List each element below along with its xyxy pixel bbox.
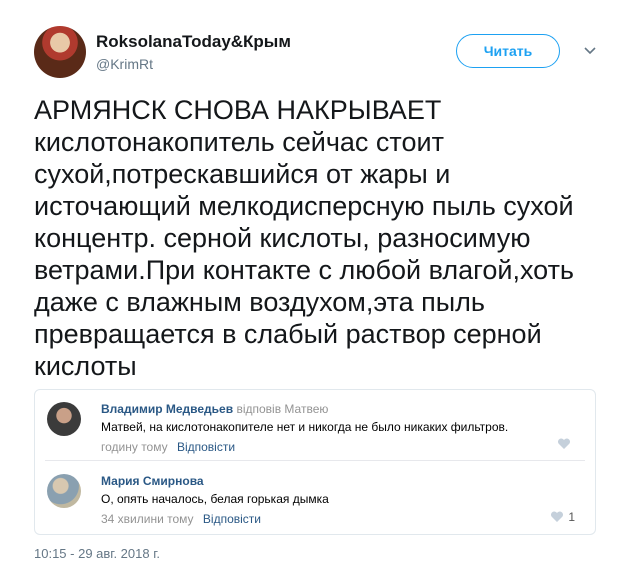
comment-author[interactable]: Мария Смирнова (101, 474, 204, 488)
tweet-header: RoksolanaToday&Крым @KrimRt Читать (34, 26, 603, 82)
comment-item: Владимир Медведьев відповів Матвею Матве… (35, 398, 595, 460)
tweet-timestamp[interactable]: 10:15 - 29 авг. 2018 г. (34, 546, 160, 561)
commenter-avatar[interactable] (47, 402, 81, 436)
comment-meta: 34 хвилини тому Відповісти (101, 512, 261, 526)
author-avatar[interactable] (34, 26, 86, 78)
comment-time: 34 хвилини тому (101, 512, 194, 526)
reply-link[interactable]: Відповісти (177, 440, 235, 454)
reply-link[interactable]: Відповісти (203, 512, 261, 526)
chevron-down-icon[interactable] (580, 40, 600, 60)
comment-meta: годину тому Відповісти (101, 440, 235, 454)
tweet-text: АРМЯНСК СНОВА НАКРЫВАЕТ кислотонакопител… (34, 95, 574, 381)
like-button[interactable]: 1 (550, 510, 575, 524)
comment-replied-to: відповів Матвею (236, 402, 329, 416)
follow-button[interactable]: Читать (456, 34, 560, 68)
comment-item: Мария Смирнова О, опять началось, белая … (35, 470, 595, 532)
heart-icon (557, 438, 571, 449)
commenter-avatar[interactable] (47, 474, 81, 508)
like-button[interactable] (557, 438, 575, 450)
comment-text: Матвей, на кислотонакопителе нет и никог… (101, 420, 509, 434)
like-count: 1 (568, 510, 575, 524)
comment-divider (45, 460, 585, 461)
embedded-comments-image: Владимир Медведьев відповів Матвею Матве… (34, 389, 596, 535)
comment-author[interactable]: Владимир Медведьев (101, 402, 233, 416)
author-name[interactable]: RoksolanaToday&Крым (96, 32, 291, 52)
comment-author-line: Мария Смирнова (101, 474, 204, 488)
comment-author-line: Владимир Медведьев відповів Матвею (101, 402, 328, 416)
heart-icon (551, 511, 564, 522)
comment-time: годину тому (101, 440, 168, 454)
comment-text: О, опять началось, белая горькая дымка (101, 492, 329, 506)
author-handle[interactable]: @KrimRt (96, 56, 153, 72)
